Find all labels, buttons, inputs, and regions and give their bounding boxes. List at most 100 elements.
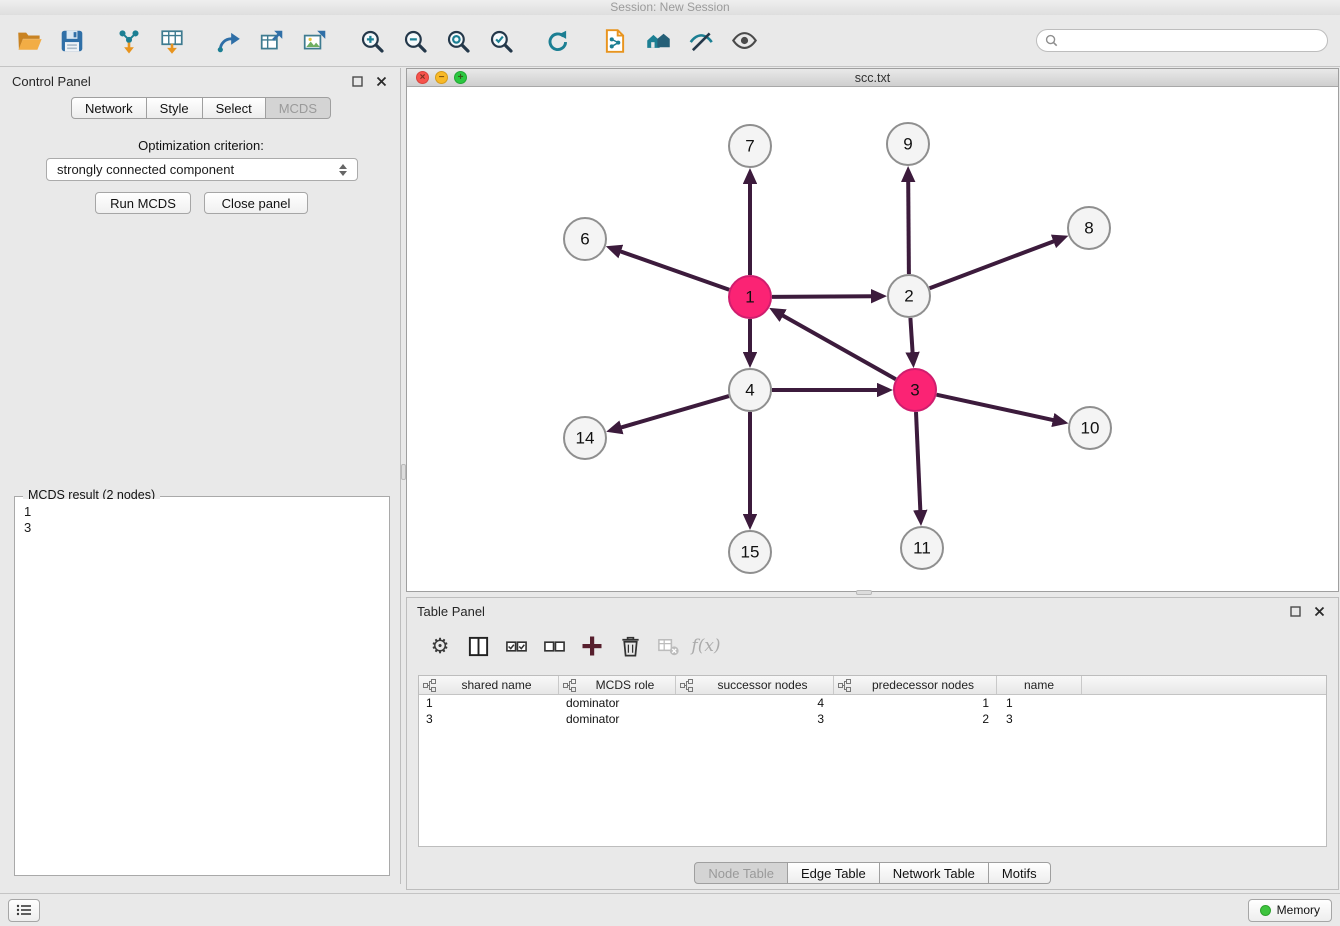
graph-node-label: 10 [1081,419,1100,438]
tab-style[interactable]: Style [147,97,203,119]
create-column-button[interactable] [576,631,608,661]
import-network-file-button[interactable] [112,24,146,58]
graph-node-label: 4 [745,381,754,400]
zoom-fit-button[interactable] [441,24,475,58]
table-panel-header: Table Panel [407,598,1338,624]
float-table-panel-button[interactable] [1286,603,1304,619]
network-window-titlebar[interactable]: × − + scc.txt [407,69,1338,87]
minimize-window-button[interactable]: − [435,71,448,84]
zoom-in-icon [359,28,385,54]
delete-table-button[interactable] [652,631,684,661]
run-mcds-button[interactable]: Run MCDS [95,192,191,214]
zoom-selected-icon [488,28,514,54]
column-header-shared-name[interactable]: shared name [419,676,559,694]
graph-node-8[interactable]: 8 [1068,207,1110,249]
export-network-icon [216,28,242,54]
columns-icon [467,635,490,658]
mcds-result-value: 1 [24,504,380,520]
graph-node-label: 3 [910,381,919,400]
graph-node-label: 14 [576,429,595,448]
graph-edge-3-11[interactable] [916,412,920,512]
floppy-disk-icon [59,28,85,54]
tab-mcds[interactable]: MCDS [266,97,331,119]
delete-table-icon [657,635,680,658]
graph-node-6[interactable]: 6 [564,218,606,260]
function-builder-button[interactable]: f(x) [690,631,722,661]
export-web-button[interactable] [598,24,632,58]
mcds-result-list[interactable]: 1 3 [17,499,387,873]
select-all-rows-button[interactable] [500,631,532,661]
graph-node-3[interactable]: 3 [894,369,936,411]
graph-edge-2-8[interactable] [930,241,1056,289]
graph-edge-2-9[interactable] [908,180,909,274]
tab-motifs[interactable]: Motifs [989,862,1051,884]
table-panel: Table Panel ⚙ [406,597,1339,890]
memory-button[interactable]: Memory [1248,899,1332,922]
network-canvas[interactable]: 7 9 6 8 1 2 4 3 14 10 15 11 [407,87,1338,591]
unchecked-boxes-icon [543,635,566,658]
float-window-icon [1290,606,1301,617]
zoom-selected-button[interactable] [484,24,518,58]
column-chooser-button[interactable] [462,631,494,661]
graph-edge-2-3[interactable] [910,318,912,354]
open-session-button[interactable] [12,24,46,58]
criterion-dropdown[interactable]: strongly connected component [46,158,358,181]
column-header-mcds-role[interactable]: MCDS role [559,676,676,694]
import-table-file-button[interactable] [155,24,189,58]
graph-node-15[interactable]: 15 [729,531,771,573]
graph-node-9[interactable]: 9 [887,123,929,165]
tab-network-table[interactable]: Network Table [880,862,989,884]
table-settings-button[interactable]: ⚙ [424,631,456,661]
column-header-name[interactable]: name [997,676,1082,694]
hide-details-button[interactable] [684,24,718,58]
zoom-in-button[interactable] [355,24,389,58]
close-control-panel-button[interactable] [372,73,390,89]
zoom-window-button[interactable]: + [454,71,467,84]
export-network-button[interactable] [212,24,246,58]
column-header-predecessor-nodes[interactable]: predecessor nodes [834,676,997,694]
refresh-layout-button[interactable] [541,24,575,58]
first-neighbors-button[interactable] [641,24,675,58]
control-panel-tabs: Network Style Select MCDS [2,97,400,119]
zoom-out-button[interactable] [398,24,432,58]
show-graphics-details-button[interactable] [727,24,761,58]
graph-edge-4-14[interactable] [620,396,729,428]
horizontal-splitter-handle[interactable] [856,590,872,595]
graph-node-1[interactable]: 1 [729,276,771,318]
save-session-button[interactable] [55,24,89,58]
tab-node-table[interactable]: Node Table [694,862,788,884]
application-window: Session: New Session [0,0,1340,926]
graph-node-2[interactable]: 2 [888,275,930,317]
search-input[interactable] [1064,34,1319,48]
close-window-button[interactable]: × [416,71,429,84]
search-field[interactable] [1036,29,1328,52]
graph-node-7[interactable]: 7 [729,125,771,167]
tab-edge-table[interactable]: Edge Table [788,862,880,884]
graph-node-10[interactable]: 10 [1069,407,1111,449]
graph-node-4[interactable]: 4 [729,369,771,411]
graph-edge-1-2[interactable] [772,296,873,297]
column-header-successor-nodes[interactable]: successor nodes [676,676,834,694]
task-history-button[interactable] [8,899,40,922]
fx-icon: f(x) [691,636,720,656]
deselect-all-rows-button[interactable] [538,631,570,661]
export-table-button[interactable] [255,24,289,58]
close-table-panel-button[interactable] [1310,603,1328,619]
tab-network[interactable]: Network [71,97,147,119]
delete-column-button[interactable] [614,631,646,661]
export-image-button[interactable] [298,24,332,58]
float-panel-button[interactable] [348,73,366,89]
table-row[interactable]: 3 dominator 3 2 3 [419,711,1326,727]
graph-node-label: 11 [913,539,931,558]
graph-node-11[interactable]: 11 [901,527,943,569]
graph-node-14[interactable]: 14 [564,417,606,459]
memory-label: Memory [1277,903,1320,917]
table-row[interactable]: 1 dominator 4 1 1 [419,695,1326,711]
graph-edge-3-1[interactable] [781,315,895,380]
graph-edge-1-6[interactable] [619,251,729,290]
graph-edge-3-10[interactable] [937,395,1055,421]
close-panel-button[interactable]: Close panel [204,192,308,214]
main-toolbar [0,15,1340,67]
tab-select[interactable]: Select [203,97,266,119]
vertical-splitter-handle[interactable] [401,464,406,480]
